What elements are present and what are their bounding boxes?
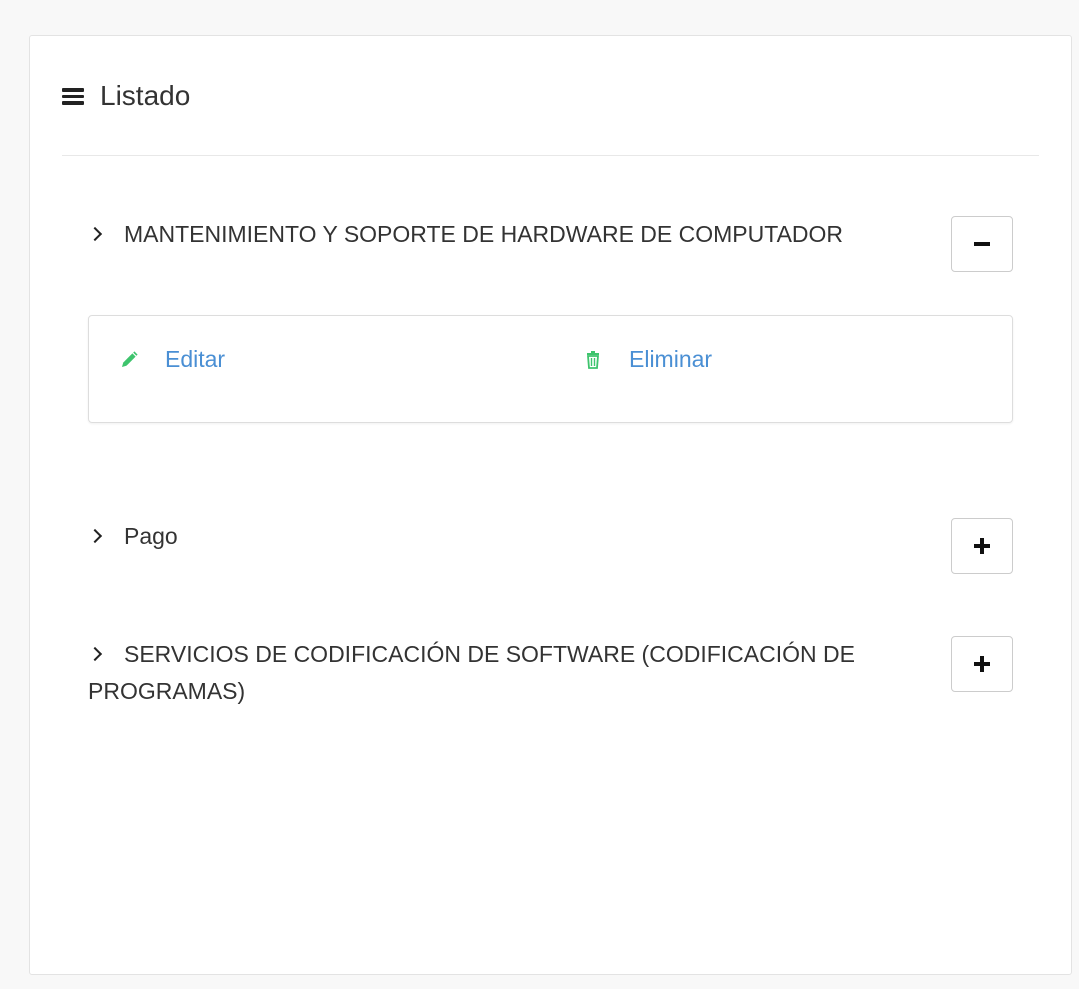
expand-button[interactable] bbox=[951, 636, 1013, 692]
item-title: MANTENIMIENTO Y SOPORTE DE HARDWARE DE C… bbox=[124, 221, 844, 247]
delete-label: Eliminar bbox=[629, 346, 713, 372]
listado-card: Listado MANTENIMIENTO Y SOPORTE DE HARDW… bbox=[29, 35, 1072, 975]
plus-icon bbox=[974, 656, 990, 672]
chevron-right-icon bbox=[87, 528, 103, 544]
plus-icon bbox=[974, 538, 990, 554]
list-item: SERVICIOS DE CODIFICACIÓN DE SOFTWARE (C… bbox=[87, 636, 1013, 710]
item-title: Pago bbox=[124, 523, 178, 549]
list-item: MANTENIMIENTO Y SOPORTE DE HARDWARE DE C… bbox=[87, 216, 1013, 423]
list-item: Pago bbox=[87, 518, 1013, 574]
edit-label: Editar bbox=[165, 346, 226, 372]
item-title: SERVICIOS DE CODIFICACIÓN DE SOFTWARE (C… bbox=[88, 641, 855, 704]
edit-link[interactable]: Editar bbox=[119, 346, 225, 373]
chevron-right-icon bbox=[87, 646, 103, 662]
collapse-button[interactable] bbox=[951, 216, 1013, 272]
pencil-icon bbox=[122, 350, 138, 367]
trash-icon bbox=[587, 350, 599, 369]
item-title-row[interactable]: SERVICIOS DE CODIFICACIÓN DE SOFTWARE (C… bbox=[87, 636, 858, 710]
expand-button[interactable] bbox=[951, 518, 1013, 574]
delete-link[interactable]: Eliminar bbox=[583, 346, 712, 373]
bars-icon bbox=[62, 88, 84, 105]
card-header: Listado bbox=[62, 36, 1039, 156]
item-title-row[interactable]: Pago bbox=[87, 518, 858, 555]
item-actions-panel: Editar Eliminar bbox=[88, 315, 1013, 423]
chevron-right-icon bbox=[87, 226, 103, 242]
card-title: Listado bbox=[100, 79, 191, 111]
item-title-row[interactable]: MANTENIMIENTO Y SOPORTE DE HARDWARE DE C… bbox=[87, 216, 858, 253]
minus-icon bbox=[974, 242, 990, 246]
